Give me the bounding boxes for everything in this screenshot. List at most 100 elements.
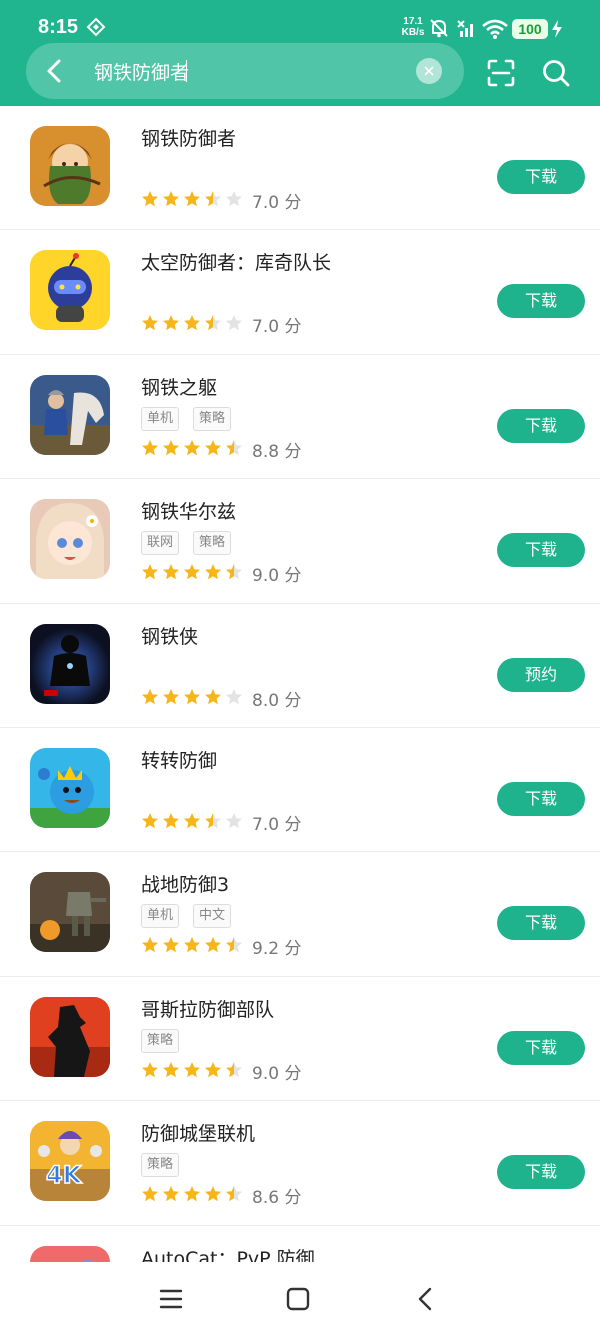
star-icon	[141, 1061, 159, 1079]
knight-horse-icon[interactable]	[30, 374, 110, 455]
app-tags: 单机 策略	[141, 406, 245, 431]
star-icon	[225, 314, 243, 332]
star-icon	[141, 439, 159, 457]
star-icon	[183, 563, 201, 581]
download-button[interactable]: 下载	[497, 408, 585, 443]
iron-man-icon[interactable]	[30, 623, 110, 704]
star-icon	[183, 936, 201, 954]
star-icon	[162, 563, 180, 581]
rating-stars	[141, 936, 246, 954]
list-item[interactable]: AutoCat：PvP 防御	[0, 1226, 600, 1262]
star-icon	[141, 812, 159, 830]
system-navigation-bar	[0, 1262, 600, 1333]
download-button[interactable]: 下载	[497, 284, 585, 319]
star-icon	[162, 688, 180, 706]
search-input[interactable]	[94, 58, 394, 84]
list-item[interactable]: 4K 防御城堡联机 策略 8.6 分 下载	[0, 1101, 600, 1226]
app-name: 战地防御3	[141, 874, 230, 897]
back-chevron-icon[interactable]	[413, 1286, 439, 1312]
rating-stars	[141, 563, 246, 581]
star-icon	[225, 1061, 243, 1079]
list-item[interactable]: 哥斯拉防御部队 策略 9.0 分 下载	[0, 977, 600, 1102]
star-icon	[162, 314, 180, 332]
rating-score: 8.6 分	[252, 1188, 302, 1209]
rating-score: 7.0 分	[252, 814, 302, 835]
vpn-icon	[86, 17, 106, 37]
star-icon	[204, 688, 222, 706]
anime-girl-icon[interactable]	[30, 499, 110, 580]
app-tag: 策略	[193, 406, 232, 431]
network-speed-value: 17.1	[403, 16, 423, 27]
scan-icon[interactable]	[486, 58, 516, 88]
search-icon[interactable]	[541, 58, 571, 88]
rating-stars	[141, 688, 246, 706]
list-item[interactable]: 钢铁华尔兹 联网 策略 9.0 分 下载	[0, 479, 600, 604]
app-tags: 策略	[141, 1153, 193, 1178]
app-name: 钢铁防御者	[141, 128, 237, 150]
app-tag: 中文	[193, 904, 232, 929]
star-icon	[141, 190, 159, 208]
star-icon	[141, 563, 159, 581]
star-icon	[183, 439, 201, 457]
charging-icon	[551, 20, 563, 38]
download-button[interactable]: 下载	[497, 781, 585, 816]
star-icon	[183, 190, 201, 208]
network-speed-unit: KB/s	[401, 27, 425, 38]
rating-score: 9.0 分	[252, 1063, 302, 1084]
download-button[interactable]: 下载	[497, 1155, 585, 1190]
list-item[interactable]: 钢铁侠 8.0 分 预约	[0, 604, 600, 728]
rating-stars	[141, 439, 246, 457]
app-name: 钢铁侠	[141, 625, 199, 648]
star-icon	[225, 563, 243, 581]
download-button[interactable]: 下载	[497, 1030, 585, 1065]
star-icon	[225, 936, 243, 954]
app-name: 防御城堡联机	[141, 1123, 256, 1146]
list-item[interactable]: 太空防御者：库奇队长 7.0 分 下载	[0, 230, 600, 355]
rating-stars	[141, 314, 246, 332]
app-tag: 单机	[141, 904, 180, 929]
app-tag: 策略	[141, 1028, 180, 1053]
rating-score: 7.0 分	[252, 193, 302, 213]
rating-stars	[141, 1185, 246, 1203]
list-item[interactable]: 转转防御 7.0 分 下载	[0, 728, 600, 853]
rating-score: 9.0 分	[252, 566, 302, 587]
space-robot-icon[interactable]	[30, 250, 110, 331]
autocat-icon[interactable]	[30, 1245, 110, 1262]
download-button[interactable]: 下载	[497, 906, 585, 941]
star-icon	[225, 439, 243, 457]
rating-score: 8.0 分	[252, 690, 302, 711]
rating-stars	[141, 812, 246, 830]
search-results-list[interactable]: 钢铁防御者 7.0 分下载 太空防御者：库奇队长 7.0 分下载 钢铁之躯 单机 策略 8.8…	[0, 106, 600, 1262]
star-icon	[204, 1185, 222, 1203]
star-icon	[141, 936, 159, 954]
clear-search-button[interactable]	[416, 58, 442, 84]
home-square-icon[interactable]	[285, 1286, 311, 1312]
menu-icon[interactable]	[158, 1286, 184, 1312]
app-tags: 单机 中文	[141, 904, 245, 929]
reserve-button[interactable]: 预约	[497, 657, 585, 692]
star-icon	[162, 190, 180, 208]
godzilla-icon[interactable]	[30, 996, 110, 1077]
star-icon	[141, 314, 159, 332]
castle-heroes-icon[interactable]: 4K	[30, 1121, 110, 1202]
star-icon	[183, 1185, 201, 1203]
list-item[interactable]: 钢铁之躯 单机 策略 8.8 分 下载	[0, 355, 600, 480]
download-button[interactable]: 下载	[497, 533, 585, 568]
blue-king-icon[interactable]	[30, 747, 110, 828]
rating-score: 9.2 分	[252, 939, 302, 960]
list-item[interactable]: 钢铁防御者 7.0 分 下载	[0, 106, 600, 231]
app-name: 太空防御者：库奇队长	[141, 252, 332, 275]
archer-girl-icon[interactable]	[30, 126, 110, 206]
network-speed: 17.1 KB/s	[398, 16, 428, 38]
star-icon	[204, 190, 222, 208]
star-icon	[162, 1061, 180, 1079]
app-name: AutoCat：PvP 防御	[141, 1247, 315, 1262]
star-icon	[225, 1185, 243, 1203]
download-button[interactable]: 下载	[497, 160, 585, 194]
star-icon	[225, 812, 243, 830]
back-button[interactable]	[40, 56, 70, 86]
app-name: 转转防御	[141, 749, 218, 772]
list-item[interactable]: 战地防御3 单机 中文 9.2 分 下载	[0, 852, 600, 977]
battle-mech-icon[interactable]	[30, 872, 110, 953]
bell-muted-icon	[428, 17, 450, 39]
